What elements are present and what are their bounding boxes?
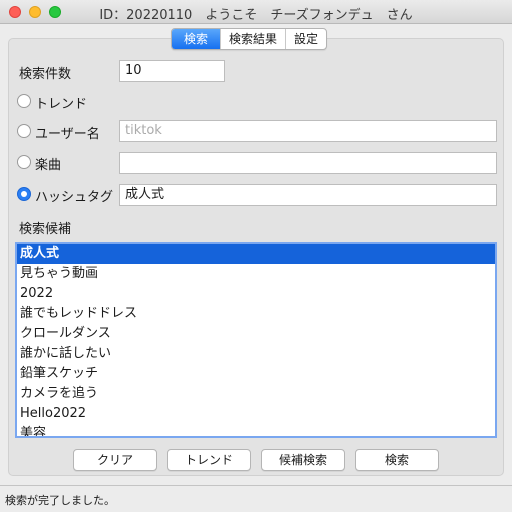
title-bar: ID：20220110 ようこそ チーズフォンデュ さん [0,0,512,24]
candidate-search-button[interactable]: 候補検索 [261,449,345,471]
list-item[interactable]: 2022 [17,284,495,304]
list-item[interactable]: カメラを追う [17,384,495,404]
username-field[interactable]: tiktok [119,120,497,142]
hashtag-radio[interactable] [17,187,31,201]
tab-search[interactable]: 検索 [172,29,222,49]
list-item[interactable]: クロールダンス [17,324,495,344]
music-field[interactable] [119,152,497,174]
trend-button[interactable]: トレンド [167,449,251,471]
list-item[interactable]: Hello2022 [17,404,495,424]
search-button[interactable]: 検索 [355,449,439,471]
list-item[interactable]: 誰かに話したい [17,344,495,364]
username-radio-label: ユーザー名 [35,127,100,142]
candidates-list[interactable]: 成人式 見ちゃう動画 2022 誰でもレッドドレス クロールダンス 誰かに話した… [15,242,497,438]
status-bar: 検索が完了しました。 [0,485,512,512]
music-radio-label: 楽曲 [35,158,62,173]
list-item[interactable]: 鉛筆スケッチ [17,364,495,384]
list-item[interactable]: 美容 [17,424,495,436]
search-count-label: 検索件数 [19,67,72,82]
window-title: ID：20220110 ようこそ チーズフォンデュ さん [99,8,413,23]
app-window: ID：20220110 ようこそ チーズフォンデュ さん 検索 検索結果 設定 … [0,0,512,512]
username-radio[interactable] [17,124,31,138]
status-text: 検索が完了しました。 [5,494,115,507]
hashtag-field[interactable]: 成人式 [119,184,497,206]
music-radio[interactable] [17,155,31,169]
list-item[interactable]: 成人式 [17,244,495,264]
tab-results[interactable]: 検索結果 [221,29,287,49]
tab-settings[interactable]: 設定 [286,29,326,49]
trend-radio[interactable] [17,94,31,108]
trend-radio-label: トレンド [35,97,88,112]
list-item[interactable]: 誰でもレッドドレス [17,304,495,324]
search-count-field[interactable]: 10 [119,60,225,82]
list-item[interactable]: 見ちゃう動画 [17,264,495,284]
clear-button[interactable]: クリア [73,449,157,471]
hashtag-radio-label: ハッシュタグ [35,190,114,205]
candidates-label: 検索候補 [19,222,72,237]
tab-bar: 検索 検索結果 設定 [171,28,328,50]
